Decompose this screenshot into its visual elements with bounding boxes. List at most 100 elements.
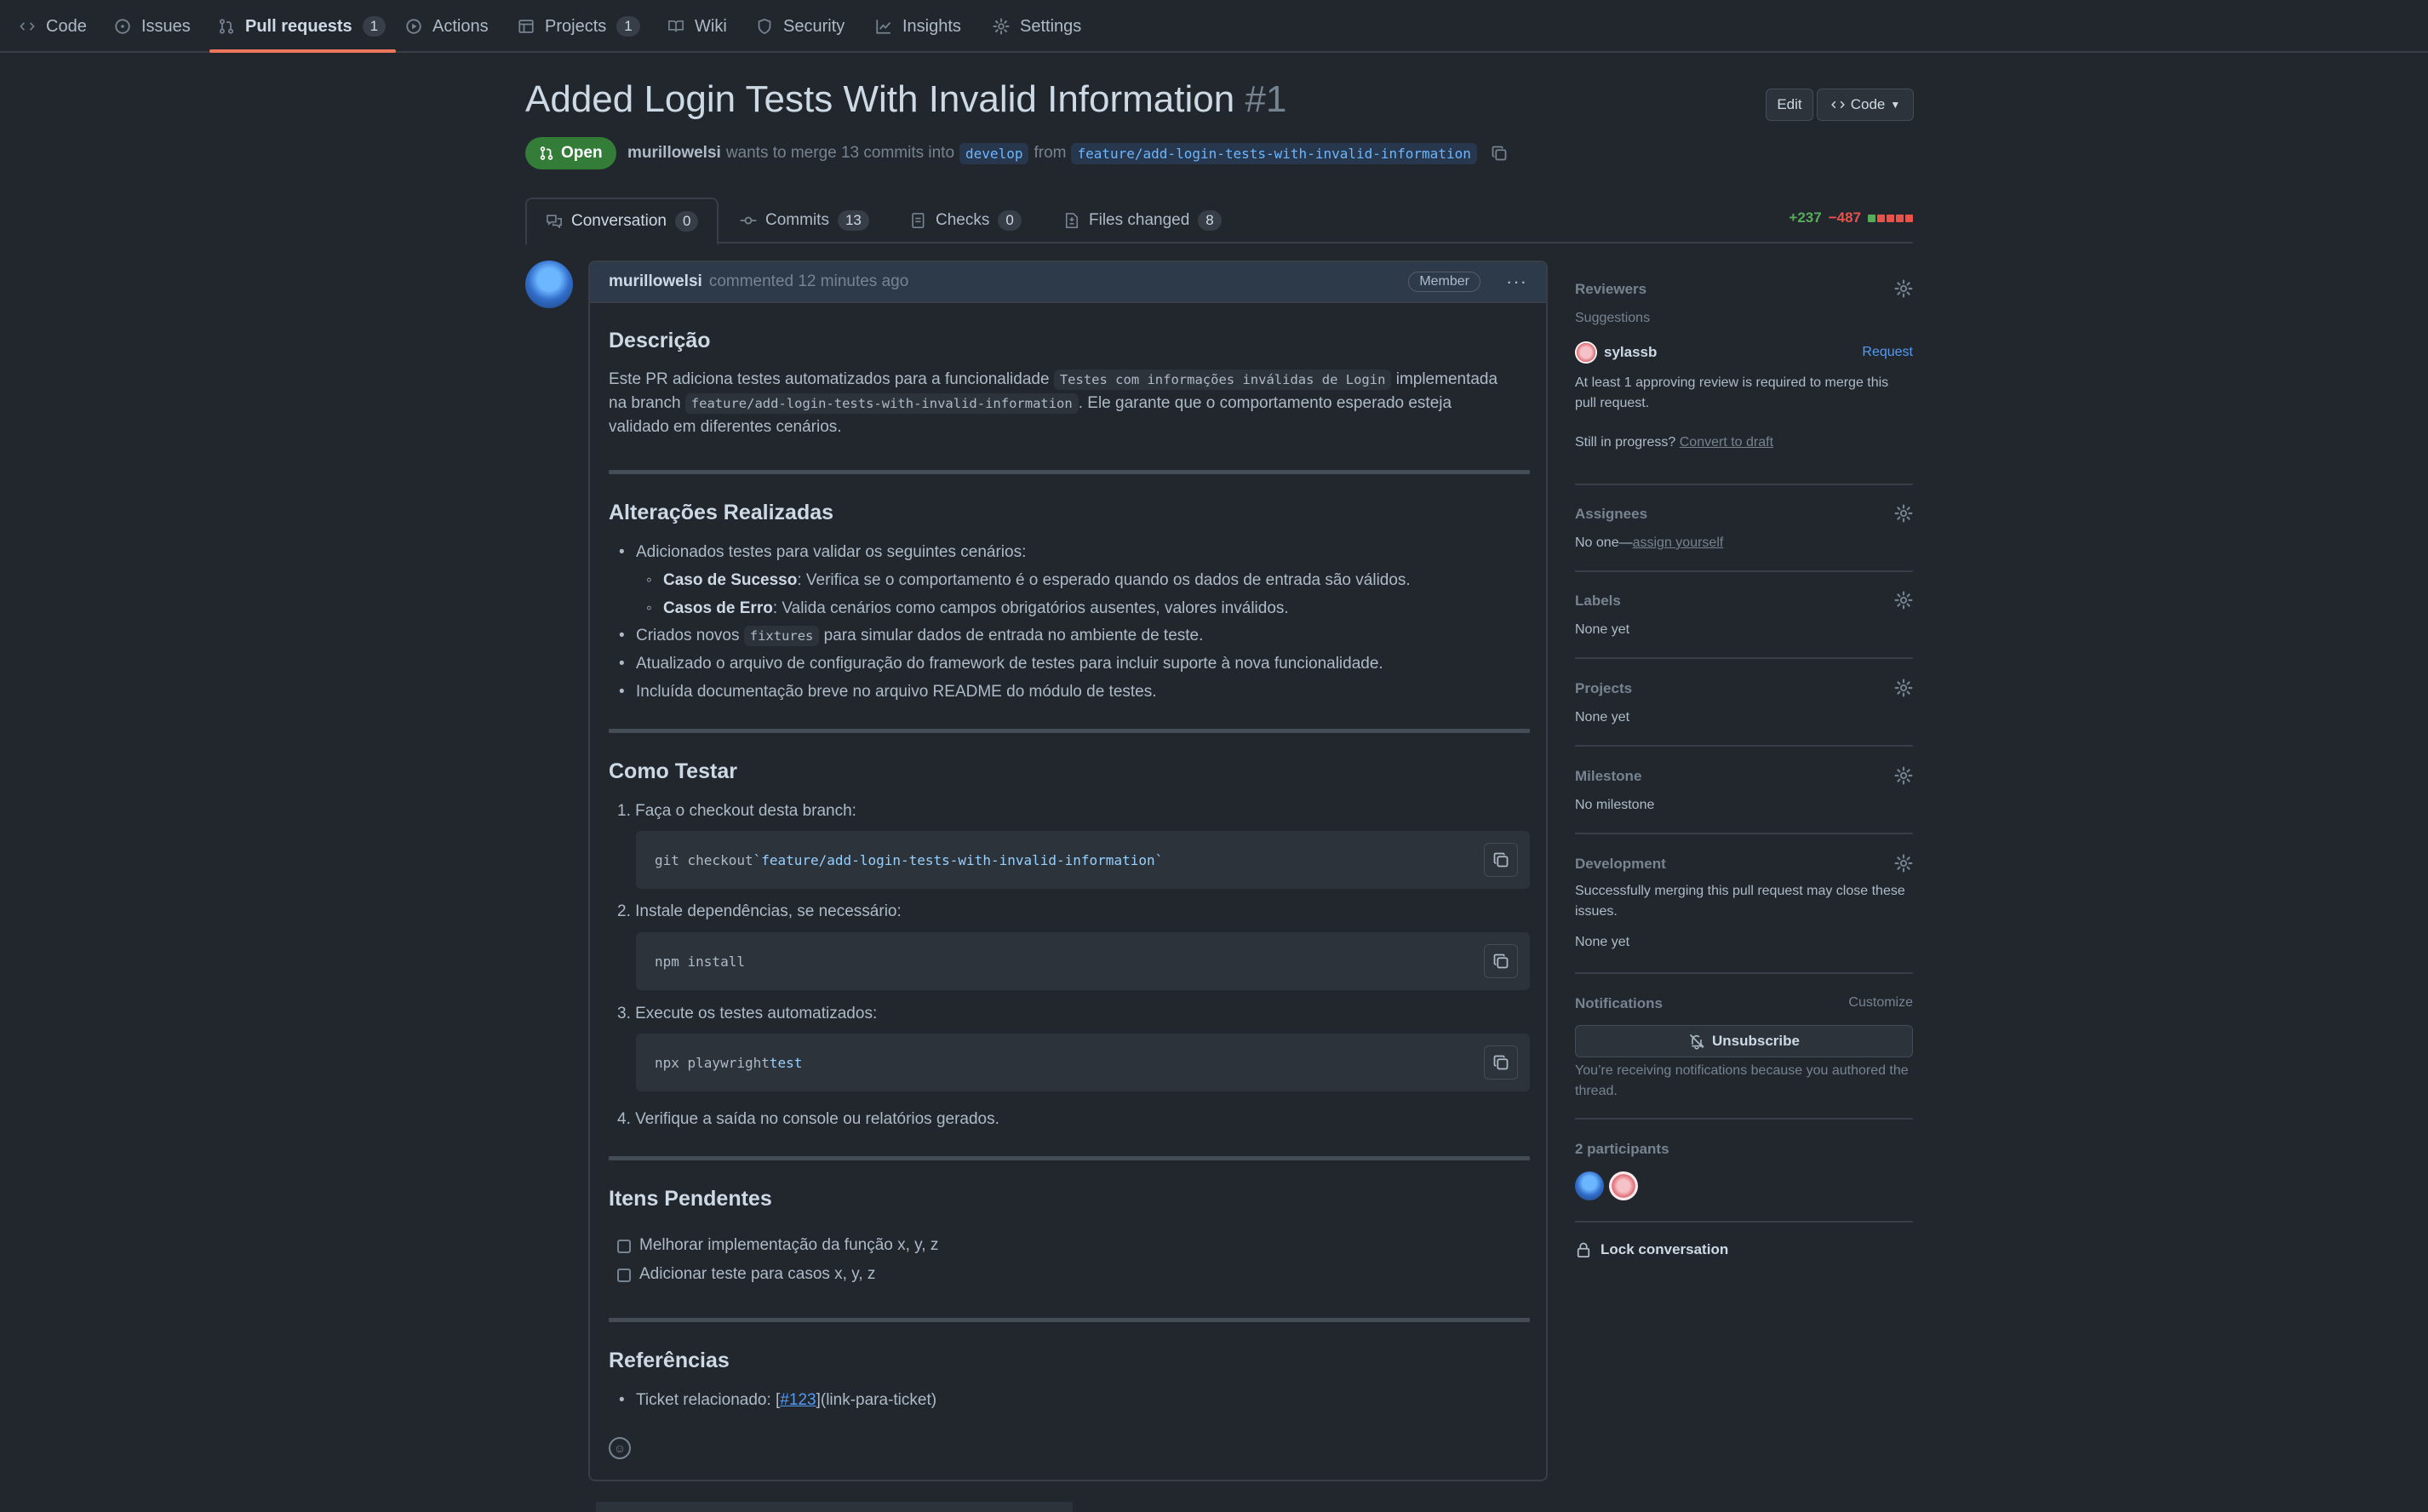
checklist-icon <box>910 212 927 229</box>
list-item: Caso de Sucesso: Verifica se o comportam… <box>646 571 1411 590</box>
lock-label: Lock conversation <box>1601 1241 1729 1257</box>
pull-requests-counter: 1 <box>362 16 387 37</box>
nav-insights-label: Insights <box>902 16 961 36</box>
tab-commits[interactable]: Commits 13 <box>740 198 869 243</box>
book-icon <box>667 18 684 35</box>
gear-icon[interactable] <box>1894 591 1913 610</box>
description-paragraph: Este PR adiciona testes automatizados pa… <box>609 368 1532 439</box>
text: na branch <box>609 394 681 412</box>
base-branch[interactable]: develop <box>959 142 1029 164</box>
gear-icon[interactable] <box>1894 766 1913 785</box>
tab-label: Commits <box>765 211 829 229</box>
inline-code: feature/add-login-tests-with-invalid-inf… <box>684 393 1079 414</box>
text: : Valida cenários como campos obrigatóri… <box>772 599 1289 617</box>
divider <box>609 729 1530 733</box>
nav-wiki[interactable]: Wiki <box>667 0 727 53</box>
task-checkbox[interactable] <box>617 1240 631 1253</box>
development-heading: Development <box>1575 856 1666 872</box>
no-one-text: No one— <box>1575 536 1633 550</box>
edit-button[interactable]: Edit <box>1766 89 1813 121</box>
play-icon <box>405 18 422 35</box>
notifications-section: Notifications Customize <box>1575 995 1913 1012</box>
pr-description-comment: murillowelsi commented 12 minutes ago Me… <box>588 261 1548 1481</box>
tab-label: Checks <box>936 211 990 229</box>
gear-icon[interactable] <box>1894 279 1913 298</box>
assign-yourself-link[interactable]: assign yourself <box>1633 536 1724 550</box>
gear-icon[interactable] <box>1894 504 1913 523</box>
list-item: Ticket relacionado: [#123](link-para-tic… <box>619 1391 936 1410</box>
comment-meta: commented 12 minutes ago <box>708 272 909 290</box>
ticket-link[interactable]: #123 <box>780 1391 816 1409</box>
copy-button[interactable] <box>1484 944 1518 978</box>
code-icon <box>19 18 36 35</box>
diffstat: +237 −487 <box>1789 209 1913 226</box>
text: validado em diferentes cenários. <box>609 418 842 436</box>
projects-heading: Projects <box>1575 680 1633 696</box>
nav-code[interactable]: Code <box>19 0 87 53</box>
smiley-icon[interactable]: ☺ <box>609 1437 631 1459</box>
pr-title-text: Added Login Tests With Invalid Informati… <box>525 78 1235 120</box>
gear-icon <box>993 18 1010 35</box>
suggestions-label: Suggestions <box>1575 311 1651 325</box>
nav-code-label: Code <box>46 16 87 36</box>
copy-icon[interactable] <box>1491 145 1508 162</box>
head-branch[interactable]: feature/add-login-tests-with-invalid-inf… <box>1071 142 1477 164</box>
reviewer-name[interactable]: sylassb <box>1604 344 1657 361</box>
pr-author-link[interactable]: murillowelsi <box>627 144 721 163</box>
code-string: `feature/add-login-tests-with-invalid-in… <box>753 851 1164 868</box>
divider <box>1575 745 1913 747</box>
text: Casos de Erro <box>663 599 773 617</box>
gear-icon[interactable] <box>1894 679 1913 697</box>
merge-description: murillowelsi wants to merge 13 commits i… <box>627 141 1508 165</box>
participant-avatar[interactable] <box>1575 1171 1604 1200</box>
pull-request-icon <box>218 18 235 35</box>
milestone-heading: Milestone <box>1575 768 1642 784</box>
nav-security[interactable]: Security <box>756 0 845 53</box>
tab-checks[interactable]: Checks 0 <box>910 198 1022 243</box>
deletions-count: −487 <box>1828 209 1861 226</box>
list-item: 1. Faça o checkout desta branch: <box>617 802 856 820</box>
gear-icon[interactable] <box>1894 854 1913 873</box>
copy-button[interactable] <box>1484 1045 1518 1080</box>
participant-avatar[interactable] <box>1609 1171 1638 1200</box>
request-review-button[interactable]: Request <box>1862 345 1913 360</box>
code-text: npm install <box>655 953 745 970</box>
comment-header: murillowelsi commented 12 minutes ago Me… <box>590 262 1546 303</box>
repo-nav: Code Issues Pull requests 1 Actions Proj… <box>0 0 2428 53</box>
pr-number: #1 <box>1245 78 1287 120</box>
comment-author[interactable]: murillowelsi <box>609 272 702 291</box>
convert-to-draft-link[interactable]: Convert to draft <box>1680 435 1773 450</box>
nav-issues[interactable]: Issues <box>114 0 191 53</box>
nav-pull-requests[interactable]: Pull requests 1 <box>209 0 397 53</box>
kebab-horizontal-icon[interactable]: ··· <box>1506 271 1527 293</box>
text: Caso de Sucesso <box>663 571 798 589</box>
development-note: Successfully merging this pull request m… <box>1575 884 1905 919</box>
tab-counter: 8 <box>1198 210 1222 231</box>
tab-label: Conversation <box>571 212 667 230</box>
tab-files-changed[interactable]: Files changed 8 <box>1063 198 1222 243</box>
code-block: npm install <box>636 932 1530 990</box>
issue-icon <box>114 18 131 35</box>
lock-conversation-link[interactable]: Lock conversation <box>1575 1241 1913 1258</box>
customize-link[interactable]: Customize <box>1848 995 1913 1011</box>
pr-tabs: Conversation 0 Commits 13 Checks 0 Files… <box>525 198 1913 245</box>
notifications-note-block: You’re receiving notifications because y… <box>1575 1061 1913 1102</box>
nav-settings[interactable]: Settings <box>993 0 1081 53</box>
nav-projects[interactable]: Projects 1 <box>518 0 640 53</box>
divider <box>1575 833 1913 834</box>
divider <box>1575 570 1913 572</box>
task-item: Adicionar teste para casos x, y, z <box>639 1265 876 1283</box>
unsubscribe-button[interactable]: Unsubscribe <box>1575 1025 1913 1057</box>
copy-button[interactable] <box>1484 843 1518 877</box>
list-item: 3. Execute os testes automatizados: <box>617 1005 878 1022</box>
avatar[interactable] <box>525 261 573 308</box>
tab-conversation[interactable]: Conversation 0 <box>525 198 719 245</box>
member-badge: Member <box>1408 272 1481 292</box>
divider <box>1575 1118 1913 1120</box>
development-value: None yet <box>1575 935 1630 949</box>
nav-actions[interactable]: Actions <box>405 0 489 53</box>
code-dropdown-button[interactable]: Code ▼ <box>1817 89 1914 121</box>
nav-insights[interactable]: Insights <box>875 0 961 53</box>
labels-value: None yet <box>1575 622 1630 637</box>
task-checkbox[interactable] <box>617 1269 631 1282</box>
